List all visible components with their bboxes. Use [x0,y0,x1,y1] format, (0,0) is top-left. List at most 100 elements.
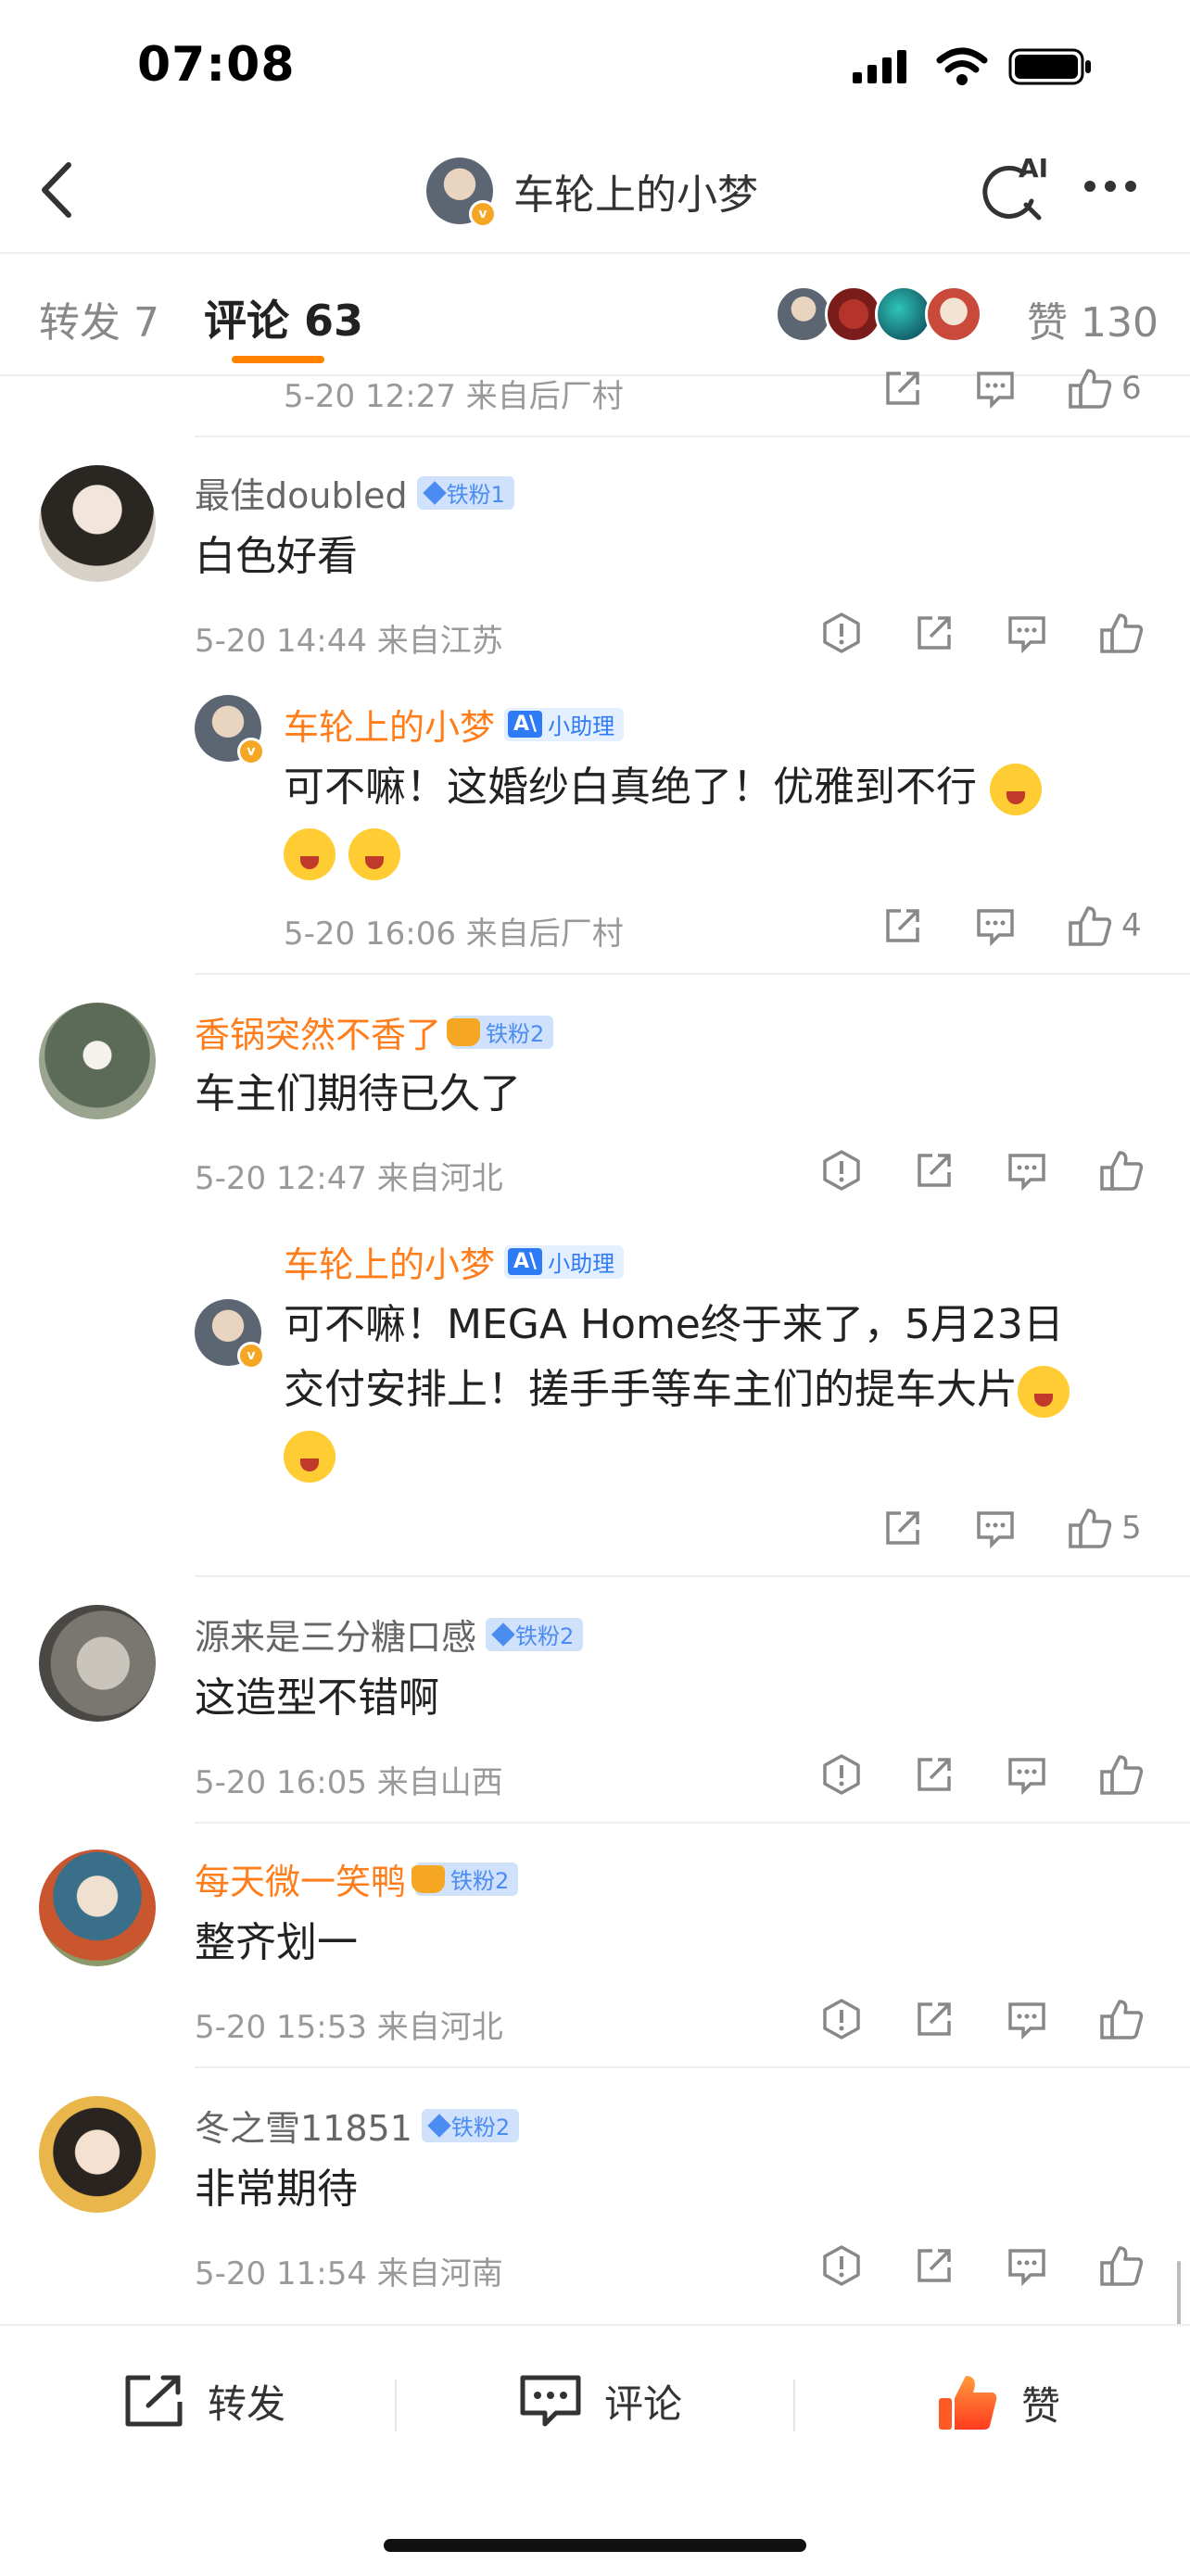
row-divider [195,2066,1190,2068]
report-icon[interactable] [821,1149,862,1192]
tab-reposts[interactable]: 转发 7 [39,289,159,348]
ai-search-button[interactable]: AI [978,153,1052,227]
comment-icon[interactable] [975,1508,1016,1548]
badge-label: 小助理 [548,713,615,739]
thumbs-up-icon [1069,369,1112,409]
row-divider [195,973,1190,975]
like-button[interactable]: 5 [1068,1507,1142,1549]
badge-label: 铁粉1 [446,482,505,508]
share-icon[interactable] [914,2245,955,2286]
avatar[interactable]: v [195,695,265,765]
reply-meta: 5-20 16:06 来自后厂村 [284,915,624,953]
tab-comments[interactable]: 评论 63 [204,287,363,348]
chevron-left-icon [42,162,71,218]
comment-icon[interactable] [1006,612,1047,653]
report-icon[interactable] [821,1998,862,2040]
report-icon[interactable] [821,612,862,654]
thumbs-up-icon[interactable] [1099,1998,1144,2040]
bottom-separator [395,2380,397,2431]
share-icon[interactable] [914,1754,955,1795]
avatar[interactable] [39,2096,156,2213]
fan-badge: 铁粉1 [416,475,514,510]
scrollbar[interactable] [1177,2261,1181,2326]
bottom-separator [793,2380,795,2431]
comment-icon[interactable] [1006,1999,1047,2039]
ai-badge-icon: A\ [508,711,543,738]
more-options-button[interactable] [1084,181,1136,192]
like-count: 6 [1121,370,1142,407]
comment-text: 非常期待 [195,2166,358,2213]
comment-icon[interactable] [975,905,1016,946]
row-divider [195,436,1190,437]
row-divider [195,1822,1190,1824]
reply-username[interactable]: 车轮上的小梦 A\ 小助理 [284,1236,625,1287]
repost-label: 转发 [208,2380,286,2427]
emoji-icon [990,764,1042,815]
comment-icon[interactable] [1006,2245,1047,2286]
share-icon[interactable] [882,1508,923,1548]
tab-likes[interactable]: 赞 130 [1027,289,1158,348]
page-title: 车轮上的小梦 [513,171,758,219]
thumbs-up-icon[interactable] [1099,2244,1144,2287]
username-text: 香锅突然不香了 [195,1015,442,1055]
share-icon [125,2375,183,2427]
avatar[interactable] [39,1850,156,1966]
username-text: 冬之雪11851 [195,2108,412,2149]
fan-badge: 铁粉2 [421,2108,520,2142]
comment-username[interactable]: 每天微一笑鸭 铁粉2 [195,1853,519,1904]
comment-icon[interactable] [1006,1754,1047,1795]
comment-actions [821,612,1144,654]
comment-username[interactable]: 香锅突然不香了 铁粉2 [195,1006,554,1057]
avatar[interactable]: v [426,158,497,228]
report-icon[interactable] [821,2244,862,2287]
badge-label: 铁粉2 [515,1623,575,1649]
like-button[interactable]: 赞 [936,2372,1060,2433]
report-icon[interactable] [821,1753,862,1796]
comment-icon[interactable] [975,368,1016,409]
header-profile[interactable]: v 车轮上的小梦 [426,158,758,228]
like-label: 赞 [1021,2382,1061,2429]
username-text: 每天微一笑鸭 [195,1862,407,1902]
avatar[interactable] [39,465,156,582]
assistant-badge: A\ 小助理 [504,707,625,741]
fan-badge: 铁粉2 [486,1617,584,1651]
comment-icon[interactable] [1006,1150,1047,1191]
comment-actions [821,1149,1144,1192]
home-indicator[interactable] [384,2539,806,2552]
avatar [925,285,982,343]
share-icon[interactable] [882,368,923,409]
liker-avatars[interactable] [775,285,982,343]
share-icon[interactable] [882,905,923,946]
emoji-icon [284,828,335,880]
share-icon[interactable] [914,612,955,653]
share-icon[interactable] [914,1999,955,2039]
reply-meta: 5-20 12:27 来自后厂村 [284,378,624,415]
avatar[interactable] [39,1003,156,1119]
comment-username[interactable]: 最佳doubled 铁粉1 [195,467,514,518]
like-button[interactable]: 4 [1068,904,1142,947]
ai-label: AI [1019,153,1048,183]
emoji-icon [1018,1366,1070,1418]
share-icon[interactable] [914,1150,955,1191]
reply-actions: 4 [882,904,1142,947]
like-button[interactable]: 6 [1068,367,1142,410]
emoji-icon [348,828,400,880]
comment-button[interactable]: 评论 [519,2372,682,2430]
thumbs-up-icon[interactable] [1099,1149,1144,1192]
back-button[interactable] [30,158,85,222]
verified-badge-icon: v [237,738,265,765]
thumbs-up-icon[interactable] [1099,612,1144,654]
more-dot-icon [1125,181,1136,192]
thumbs-up-icon[interactable] [1099,1753,1144,1796]
avatar[interactable] [39,1605,156,1722]
reply-text-line: 交付安排上！搓手手等车主们的提车大片 [284,1366,1018,1413]
comment-username[interactable]: 源来是三分糖口感 铁粉2 [195,1609,584,1660]
row-divider [195,1575,1190,1577]
comment-username[interactable]: 冬之雪11851 铁粉2 [195,2100,520,2151]
reply-username[interactable]: 车轮上的小梦 A\ 小助理 [284,699,625,750]
avatar [825,285,882,343]
status-time: 07:08 [137,37,296,93]
crown-icon [447,1017,481,1046]
avatar[interactable]: v [195,1299,265,1370]
repost-button[interactable]: 转发 [122,2372,285,2430]
